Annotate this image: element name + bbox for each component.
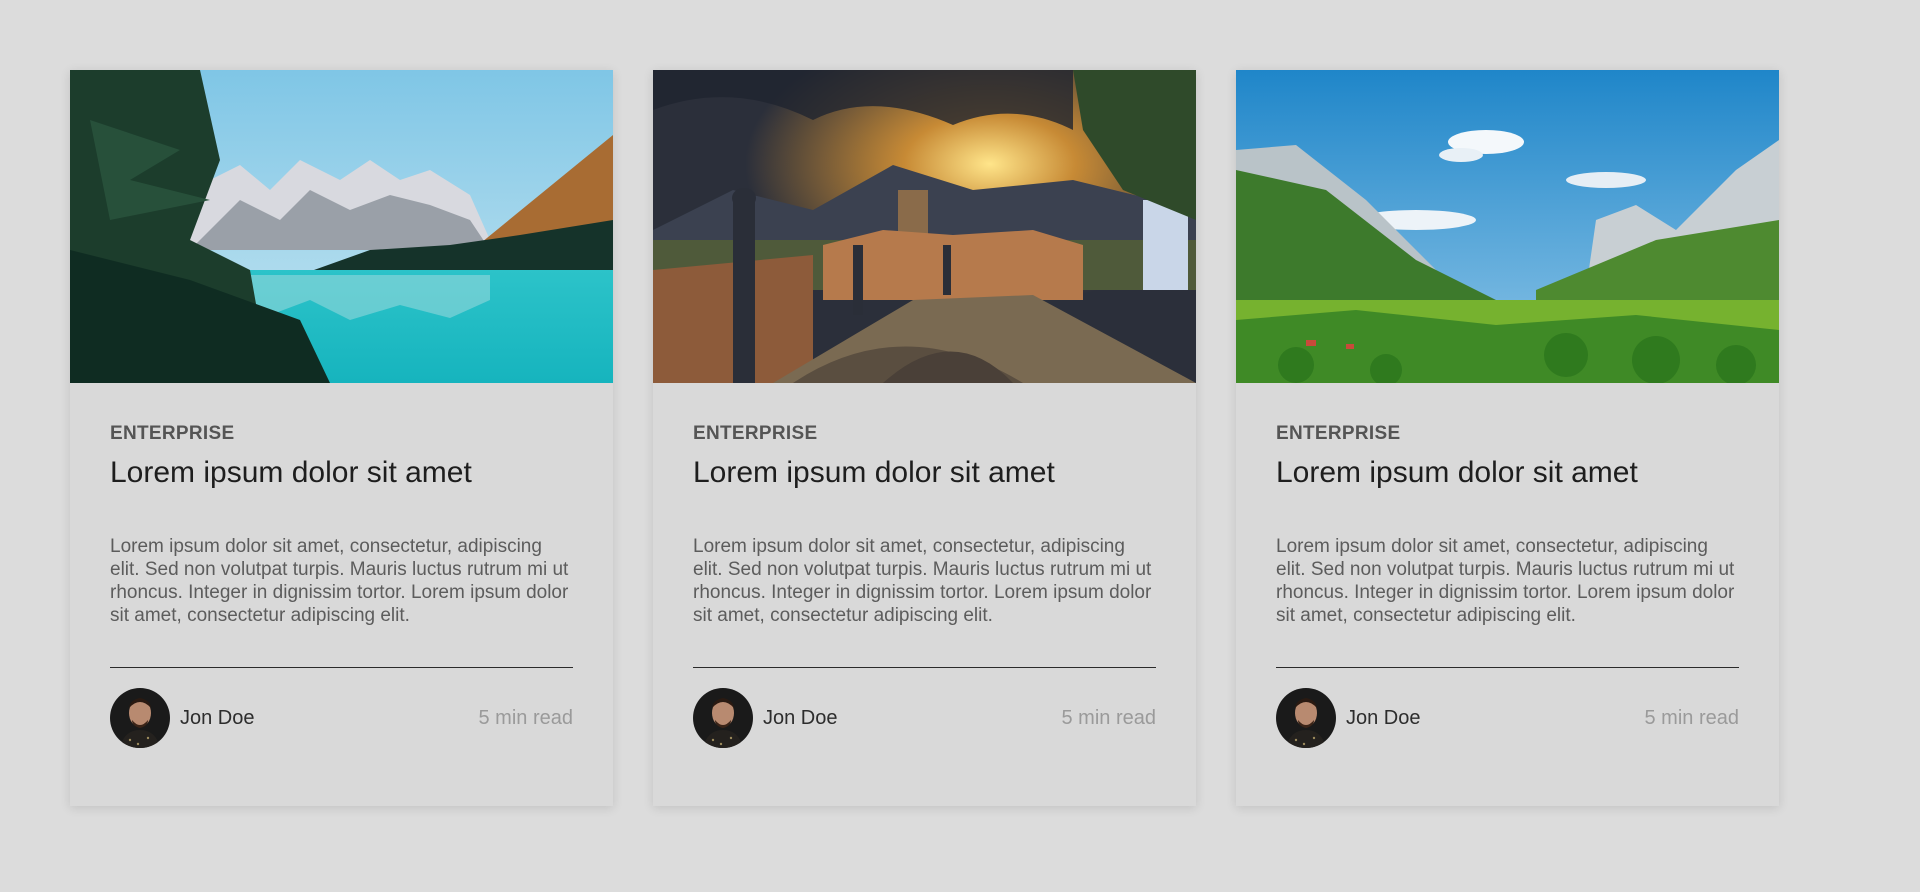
card-category[interactable]: ENTERPRISE	[110, 423, 573, 445]
card-grid: ENTERPRISE Lorem ipsum dolor sit amet Lo…	[70, 70, 1779, 806]
author-name[interactable]: Jon Doe	[180, 707, 255, 730]
card-excerpt: Lorem ipsum dolor sit amet, consectetur,…	[1276, 536, 1735, 626]
read-time: 5 min read	[1061, 706, 1157, 729]
card-footer: Jon Doe 5 min read	[1276, 688, 1739, 748]
card-title[interactable]: Lorem ipsum dolor sit amet	[1276, 455, 1739, 491]
author-avatar[interactable]	[1276, 688, 1336, 748]
article-card-1[interactable]: ENTERPRISE Lorem ipsum dolor sit amet Lo…	[70, 70, 613, 806]
card-category[interactable]: ENTERPRISE	[693, 423, 1156, 445]
card-title[interactable]: Lorem ipsum dolor sit amet	[693, 455, 1156, 491]
card-body: ENTERPRISE Lorem ipsum dolor sit amet Lo…	[1236, 383, 1779, 806]
card-body: ENTERPRISE Lorem ipsum dolor sit amet Lo…	[653, 383, 1196, 806]
card-image-village-street[interactable]	[653, 70, 1196, 383]
card-divider	[1276, 667, 1739, 668]
card-excerpt: Lorem ipsum dolor sit amet, consectetur,…	[693, 536, 1152, 626]
author-avatar[interactable]	[110, 688, 170, 748]
card-image-alpine-valley[interactable]	[1236, 70, 1779, 383]
author-avatar[interactable]	[693, 688, 753, 748]
author-name[interactable]: Jon Doe	[1346, 707, 1421, 730]
card-divider	[693, 667, 1156, 668]
card-image-mountain-lake[interactable]	[70, 70, 613, 383]
card-divider	[110, 667, 573, 668]
read-time: 5 min read	[478, 706, 574, 729]
card-category[interactable]: ENTERPRISE	[1276, 423, 1739, 445]
article-card-3[interactable]: ENTERPRISE Lorem ipsum dolor sit amet Lo…	[1236, 70, 1779, 806]
card-footer: Jon Doe 5 min read	[693, 688, 1156, 748]
card-body: ENTERPRISE Lorem ipsum dolor sit amet Lo…	[70, 383, 613, 806]
card-title[interactable]: Lorem ipsum dolor sit amet	[110, 455, 573, 491]
author-name[interactable]: Jon Doe	[763, 707, 838, 730]
card-excerpt: Lorem ipsum dolor sit amet, consectetur,…	[110, 536, 569, 626]
card-footer: Jon Doe 5 min read	[110, 688, 573, 748]
read-time: 5 min read	[1644, 706, 1740, 729]
article-card-2[interactable]: ENTERPRISE Lorem ipsum dolor sit amet Lo…	[653, 70, 1196, 806]
